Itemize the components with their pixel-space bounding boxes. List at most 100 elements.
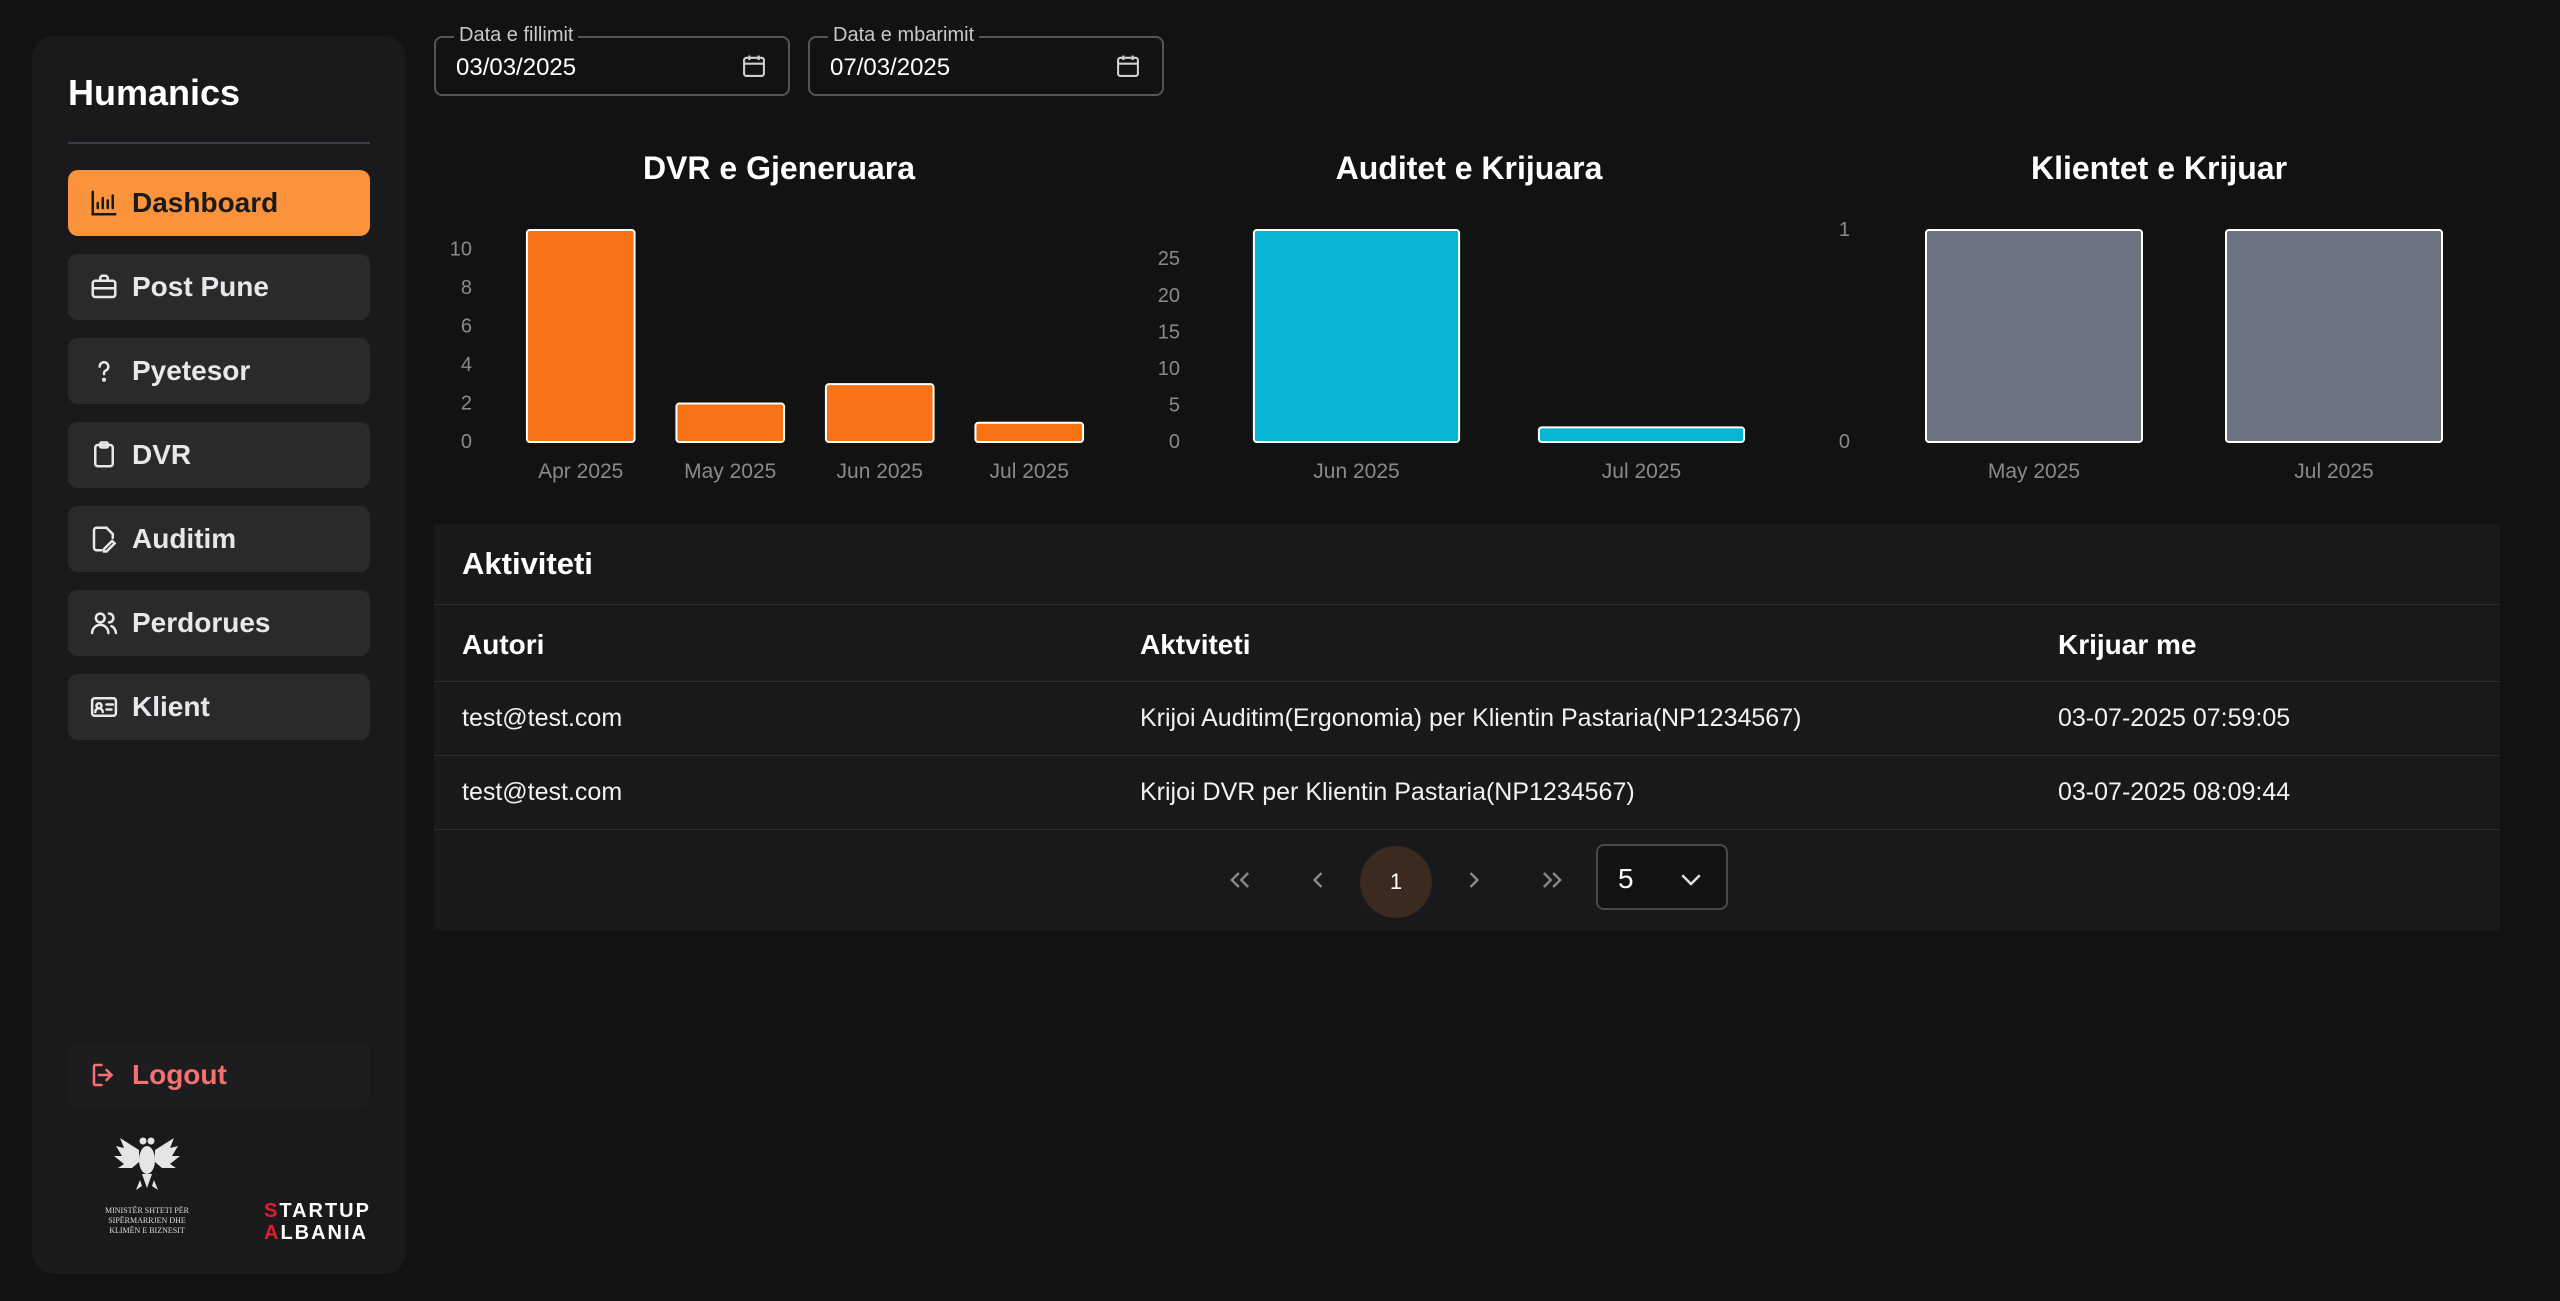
x-tick-label: May 2025 <box>1988 460 2080 483</box>
y-tick-label: 15 <box>1158 321 1180 343</box>
pagination: 1 5 <box>434 844 2500 918</box>
y-tick-label: 2 <box>461 392 472 414</box>
chart-bar[interactable] <box>974 421 1085 444</box>
briefcase-icon <box>88 271 120 303</box>
ministry-text: MINISTËR SHTETI PËR SIPËRMARRJEN DHE KLI… <box>105 1206 189 1235</box>
table-row: test@test.com Krijoi Auditim(Ergonomia) … <box>434 682 2500 756</box>
sidebar-item-label: Pyetesor <box>132 355 251 386</box>
startup-line1: TARTUP <box>279 1200 371 1222</box>
table-header: Autori Aktviteti Krijuar me <box>434 604 2500 682</box>
sidebar-item-label: Klient <box>132 691 210 722</box>
eagle-emblem-icon <box>114 1137 180 1190</box>
column-header-aktviteti[interactable]: Aktviteti <box>1140 629 1250 661</box>
sidebar-item-dashboard[interactable]: Dashboard <box>68 170 370 236</box>
x-tick-label: Apr 2025 <box>538 460 623 483</box>
y-tick-label: 5 <box>1169 394 1180 416</box>
x-tick-label: Jun 2025 <box>1313 460 1399 483</box>
ministry-logo: MINISTËR SHTETI PËR SIPËRMARRJEN DHE KLI… <box>92 1130 202 1250</box>
sidebar-item-auditim[interactable]: Auditim <box>68 506 370 572</box>
sidebar-item-dvr[interactable]: DVR <box>68 422 370 488</box>
first-page-button[interactable] <box>1210 850 1270 910</box>
y-tick-label: 0 <box>461 431 472 453</box>
chart-bar[interactable] <box>824 383 935 444</box>
chart-bar[interactable] <box>675 402 786 443</box>
start-date-value[interactable]: 03/03/2025 <box>456 54 576 82</box>
y-tick-label: 4 <box>461 354 472 376</box>
sidebar-item-perdorues[interactable]: Perdorues <box>68 590 370 656</box>
start-date-label: Data e fillimit <box>454 24 579 47</box>
cell-created: 03-07-2025 08:09:44 <box>2058 778 2291 806</box>
chart-title: DVR e Gjeneruara <box>642 150 916 186</box>
y-tick-label: 0 <box>1839 431 1850 453</box>
logout-label: Logout <box>132 1059 227 1090</box>
sidebar-item-pyetesor[interactable]: Pyetesor <box>68 338 370 404</box>
chevron-right-icon <box>1469 872 1480 888</box>
x-tick-label: Jul 2025 <box>1602 460 1681 483</box>
chevron-down-icon <box>1681 874 1701 886</box>
chart-klientet: Klientet e Krijuar 0 1 May 2025 Jul 2025 <box>1814 150 2504 490</box>
cell-created: 03-07-2025 07:59:05 <box>2058 704 2291 732</box>
next-page-button[interactable] <box>1444 850 1504 910</box>
page-size-value: 5 <box>1618 863 1634 894</box>
brand-title: Humanics <box>68 72 241 113</box>
clipboard-icon <box>88 439 120 471</box>
cell-author: test@test.com <box>462 778 623 806</box>
id-card-icon <box>88 691 120 723</box>
x-tick-label: May 2025 <box>684 460 776 483</box>
start-date-field[interactable]: Data e fillimit 03/03/2025 <box>434 24 790 96</box>
calendar-icon[interactable] <box>1114 52 1142 80</box>
x-tick-label: Jul 2025 <box>990 460 1069 483</box>
question-icon <box>88 355 120 387</box>
end-date-field[interactable]: Data e mbarimit 07/03/2025 <box>808 24 1164 96</box>
x-tick-label: Jul 2025 <box>2294 460 2373 483</box>
panel-title: Aktiviteti <box>462 546 593 581</box>
chart-svg: 0 5 10 15 20 25 Jun 2025 Jul 2025 <box>1158 229 1746 483</box>
column-header-autori[interactable]: Autori <box>462 629 544 661</box>
logout-button[interactable]: Logout <box>68 1042 370 1108</box>
sidebar-item-label: Dashboard <box>132 187 279 218</box>
logout-icon <box>88 1059 120 1091</box>
end-date-value[interactable]: 07/03/2025 <box>830 54 950 82</box>
startup-line2: LBANIA <box>280 1222 368 1244</box>
chart-svg: 0 2 4 6 8 10 Apr 2025 May 2025 Jun 2025 Jul 2025 <box>450 229 1085 483</box>
sidebar-item-label: DVR <box>132 439 192 470</box>
chart-bar[interactable] <box>2225 229 2443 443</box>
chart-title: Klientet e Krijuar <box>2030 150 2288 186</box>
column-header-krijuar-me[interactable]: Krijuar me <box>2058 629 2197 661</box>
y-tick-label: 6 <box>461 315 472 337</box>
cell-activity: Krijoi DVR per Klientin Pastaria(NP12345… <box>1140 778 1635 806</box>
current-page-button[interactable]: 1 <box>1360 846 1432 918</box>
sidebar-item-post-pune[interactable]: Post Pune <box>68 254 370 320</box>
chart-dvr: DVR e Gjeneruara 0 2 4 6 8 10 Apr 2025 May 2025… <box>434 150 1124 490</box>
file-edit-icon <box>88 523 120 555</box>
startup-albania-logo: STARTUP ALBANIA <box>264 1200 371 1244</box>
x-tick-label: Jun 2025 <box>837 460 923 483</box>
sidebar-nav: Dashboard Post Pune Pyetesor DVR Auditim <box>68 170 370 758</box>
page-size-select[interactable]: 5 <box>1596 844 1728 910</box>
prev-page-button[interactable] <box>1288 850 1348 910</box>
chart-bar[interactable] <box>1252 229 1461 443</box>
sidebar-item-label: Post Pune <box>132 271 269 302</box>
y-tick-label: 25 <box>1158 248 1180 270</box>
users-icon <box>88 607 120 639</box>
sidebar: Humanics Dashboard Post Pune Pyetesor DV… <box>32 36 406 1274</box>
sidebar-item-klient[interactable]: Klient <box>68 674 370 740</box>
chart-bar[interactable] <box>1925 229 2143 443</box>
last-page-button[interactable] <box>1522 850 1582 910</box>
activity-panel: Aktiviteti Autori Aktviteti Krijuar me t… <box>434 524 2500 930</box>
calendar-icon[interactable] <box>740 52 768 80</box>
sidebar-item-label: Auditim <box>132 523 237 554</box>
chart-auditet: Auditet e Krijuara 0 5 10 15 20 25 Jun 2025 Jul… <box>1124 150 1814 490</box>
y-tick-label: 8 <box>461 277 472 299</box>
table-row: test@test.com Krijoi DVR per Klientin Pa… <box>434 756 2500 830</box>
bar-chart-icon <box>88 187 120 219</box>
end-date-label: Data e mbarimit <box>828 24 980 47</box>
y-tick-label: 20 <box>1158 285 1180 307</box>
chevrons-right-icon <box>1543 872 1562 888</box>
chevrons-left-icon <box>1230 872 1249 888</box>
chart-bar[interactable] <box>525 229 636 443</box>
cell-activity: Krijoi Auditim(Ergonomia) per Klientin P… <box>1140 704 1802 732</box>
chart-svg: 0 1 May 2025 Jul 2025 <box>1839 219 2443 483</box>
chart-bar[interactable] <box>1537 426 1746 443</box>
chart-title: Auditet e Krijuara <box>1335 150 1603 186</box>
